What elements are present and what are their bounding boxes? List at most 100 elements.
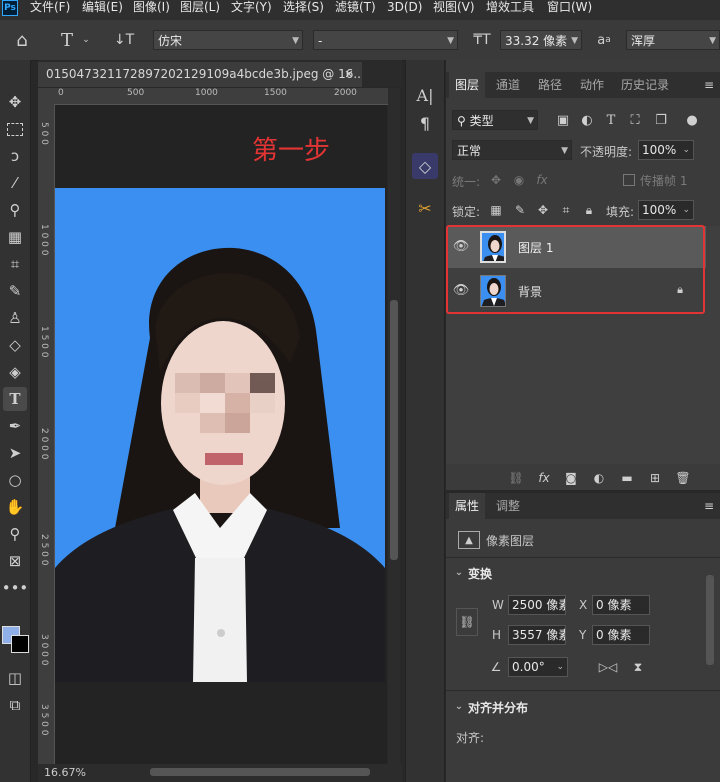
chevron-down-icon[interactable]: ⌄ — [453, 565, 465, 579]
background-color-swatch[interactable] — [11, 635, 29, 653]
filter-adjustment-icon[interactable]: ◐ — [579, 110, 595, 130]
chevron-down-icon[interactable]: ⌄ — [453, 699, 465, 713]
menu-edit[interactable]: 编辑(E) — [82, 0, 123, 16]
menu-window[interactable]: 窗口(W) — [547, 0, 592, 16]
transform-section-header[interactable]: 变换 — [468, 565, 492, 582]
lock-transparent-icon[interactable]: ▦ — [488, 201, 504, 219]
lock-all-icon[interactable]: 🔒︎ — [581, 201, 597, 219]
layer-filter-dropdown[interactable]: ⚲ 类型 ▼ — [452, 110, 538, 130]
tool-presets-icon[interactable]: ✂ — [412, 195, 438, 221]
tab-adjustments[interactable]: 调整 — [496, 493, 520, 519]
type-tool-icon[interactable]: T — [3, 387, 27, 411]
crop-tool-icon[interactable]: ⌗ — [3, 252, 27, 276]
tab-layers[interactable]: 图层 — [449, 72, 486, 98]
close-icon[interactable]: ✕ — [341, 66, 357, 82]
font-family-dropdown[interactable]: 仿宋 ▼ — [153, 30, 303, 50]
menu-layer[interactable]: 图层(L) — [180, 0, 220, 16]
eyedropper-tool-icon[interactable]: ⚲ — [3, 198, 27, 222]
magic-wand-tool-icon[interactable]: ⁄ — [3, 171, 27, 195]
vertical-scrollbar-thumb[interactable] — [390, 300, 398, 560]
align-section-header[interactable]: 对齐并分布 — [468, 699, 528, 716]
link-layers-icon[interactable]: ⛓ — [507, 469, 525, 487]
opacity-input[interactable]: 100% ⌄ — [638, 140, 694, 160]
angle-input[interactable]: 0.00° ⌄ — [508, 657, 568, 677]
ruler-tick: 2000 — [334, 88, 357, 98]
tab-history[interactable]: 历史记录 — [621, 72, 669, 98]
delete-layer-icon[interactable]: 🗑︎ — [674, 469, 692, 487]
x-input[interactable]: 0 像素 — [592, 595, 650, 615]
fill-input[interactable]: 100% ⌄ — [638, 200, 694, 220]
move-tool-icon[interactable]: ✥ — [3, 90, 27, 114]
propagate-frame-checkbox[interactable] — [623, 174, 635, 186]
screen-mode-icon[interactable]: ⧉ — [3, 693, 27, 717]
zoom-tool-icon[interactable]: ⚲ — [3, 522, 27, 546]
document-tab[interactable]: 015047321172897202129109a4bcde3b.jpeg @ … — [38, 62, 362, 87]
flip-horizontal-icon[interactable]: ▷◁ — [598, 658, 618, 676]
menu-3d[interactable]: 3D(D) — [387, 0, 422, 16]
frame-tool-icon[interactable]: ▦ — [3, 225, 27, 249]
tab-paths[interactable]: 路径 — [538, 72, 562, 98]
menu-plugins[interactable]: 增效工具 — [486, 0, 534, 16]
menu-type[interactable]: 文字(Y) — [231, 0, 272, 16]
hand-tool-icon[interactable]: ✋ — [3, 495, 27, 519]
unify-style-icon[interactable]: fx — [533, 171, 551, 189]
marquee-tool-icon[interactable] — [3, 117, 27, 141]
frame-placeholder-icon[interactable]: ⊠ — [3, 549, 27, 573]
properties-scrollbar-thumb[interactable] — [706, 575, 714, 665]
lasso-tool-icon[interactable]: ↄ — [3, 144, 27, 168]
filter-type-icon[interactable]: T — [603, 110, 619, 130]
horizontal-type-tool-icon[interactable]: T — [56, 28, 78, 52]
filter-smart-object-icon[interactable]: ❐ — [653, 110, 669, 130]
tab-properties[interactable]: 属性 — [449, 493, 486, 519]
tab-channels[interactable]: 通道 — [496, 72, 520, 98]
panel-menu-icon[interactable]: ≡ — [702, 497, 716, 515]
canvas-photo[interactable] — [55, 188, 385, 682]
ellipse-tool-icon[interactable]: ○ — [3, 468, 27, 492]
filter-toggle-icon[interactable]: ● — [684, 110, 700, 130]
menu-filter[interactable]: 滤镜(T) — [335, 0, 376, 16]
more-tools-icon[interactable]: ••• — [2, 576, 29, 600]
chevron-down-icon[interactable]: ⌄ — [80, 30, 92, 50]
filter-shape-icon[interactable]: ⛶ — [627, 110, 643, 130]
filter-pixel-icon[interactable]: ▣ — [555, 110, 571, 130]
new-layer-icon[interactable]: ⊞ — [646, 469, 664, 487]
font-style-dropdown[interactable]: - ▼ — [313, 30, 458, 50]
lock-position-icon[interactable]: ✥ — [535, 201, 551, 219]
tab-actions[interactable]: 动作 — [580, 72, 604, 98]
menu-file[interactable]: 文件(F) — [30, 0, 70, 16]
layer-style-icon[interactable]: fx — [535, 469, 553, 487]
y-input[interactable]: 0 像素 — [592, 625, 650, 645]
antialias-dropdown[interactable]: 浑厚 ▼ — [626, 30, 720, 50]
menu-view[interactable]: 视图(V) — [433, 0, 475, 16]
paint-bucket-tool-icon[interactable]: ◈ — [3, 360, 27, 384]
path-selection-tool-icon[interactable]: ➤ — [3, 441, 27, 465]
character-panel-icon[interactable]: A| — [412, 82, 438, 108]
brush-tool-icon[interactable]: ✎ — [3, 279, 27, 303]
quick-mask-icon[interactable]: ◫ — [3, 666, 27, 690]
paragraph-panel-icon[interactable]: ¶ — [412, 110, 438, 136]
lock-artboard-icon[interactable]: ⌗ — [558, 201, 574, 219]
unify-visibility-icon[interactable]: ◉ — [510, 171, 528, 189]
width-input[interactable]: 2500 像素 — [508, 595, 566, 615]
font-size-dropdown[interactable]: 33.32 像素 ▼ — [500, 30, 582, 50]
unify-position-icon[interactable]: ✥ — [487, 171, 505, 189]
horizontal-scrollbar-thumb[interactable] — [150, 768, 370, 776]
stamp-tool-icon[interactable]: ♙ — [3, 306, 27, 330]
link-proportions-icon[interactable]: ⛓ — [456, 608, 478, 636]
eraser-tool-icon[interactable]: ◇ — [3, 333, 27, 357]
blend-mode-dropdown[interactable]: 正常 ▼ — [452, 140, 572, 160]
new-group-icon[interactable]: ▬ — [618, 469, 636, 487]
home-icon[interactable]: ⌂ — [10, 28, 34, 52]
panel-menu-icon[interactable]: ≡ — [702, 76, 716, 94]
adjustment-layer-icon[interactable]: ◐ — [590, 469, 608, 487]
pen-tool-icon[interactable]: ✒ — [3, 414, 27, 438]
menu-select[interactable]: 选择(S) — [283, 0, 324, 16]
zoom-level[interactable]: 16.67% — [44, 766, 86, 779]
add-mask-icon[interactable]: ◙ — [562, 469, 580, 487]
flip-vertical-icon[interactable]: ⧗ — [628, 658, 648, 676]
lock-image-icon[interactable]: ✎ — [512, 201, 528, 219]
brush-settings-icon[interactable]: ◇ — [412, 153, 438, 179]
toggle-text-orientation-icon[interactable]: ↓T — [112, 28, 136, 52]
menu-image[interactable]: 图像(I) — [133, 0, 170, 16]
height-input[interactable]: 3557 像素 — [508, 625, 566, 645]
